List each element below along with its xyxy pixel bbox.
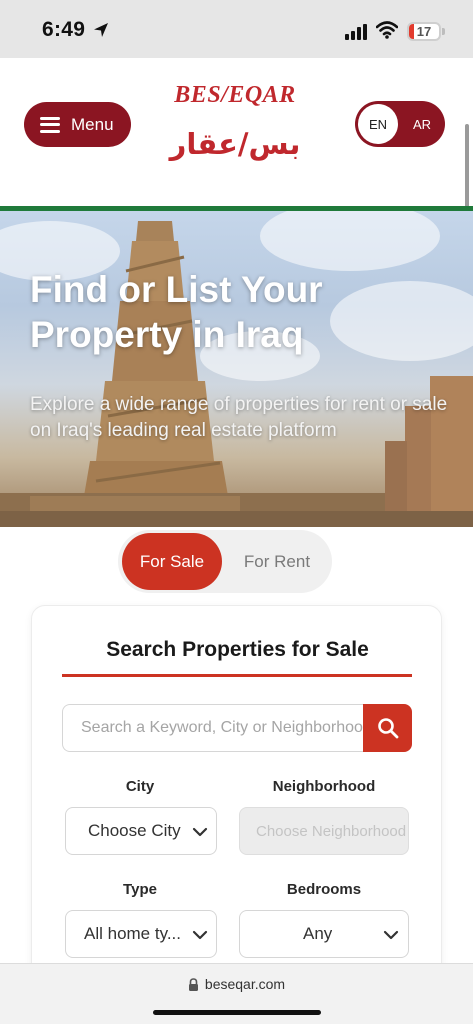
menu-button[interactable]: Menu bbox=[24, 102, 131, 147]
lock-icon bbox=[188, 977, 198, 991]
hero-title: Find or List Your Property in Iraq bbox=[30, 269, 323, 355]
search-card: Search Properties for Sale City Neighbor… bbox=[31, 605, 442, 985]
home-indicator bbox=[153, 1010, 321, 1015]
wifi-icon bbox=[376, 21, 398, 39]
url-wrap: beseqar.com bbox=[0, 976, 473, 992]
search-heading: Search Properties for Sale bbox=[106, 638, 369, 661]
heading-underline bbox=[62, 674, 412, 677]
bedrooms-select-value: Any bbox=[303, 924, 333, 943]
site-header: Menu BES/EQAR بس/عقار EN AR bbox=[0, 58, 473, 228]
chevron-down-icon bbox=[383, 930, 399, 940]
for-rent-tab[interactable]: For Rent bbox=[226, 533, 328, 590]
listing-mode-toggle: For Sale For Rent bbox=[118, 530, 332, 593]
type-select-value: All home ty... bbox=[84, 924, 181, 943]
language-ar-button[interactable]: AR bbox=[402, 104, 442, 144]
status-bar: 6:49 17 bbox=[0, 0, 473, 58]
status-time: 6:49 bbox=[42, 18, 86, 41]
search-input[interactable] bbox=[62, 704, 364, 752]
chevron-down-icon bbox=[192, 827, 208, 837]
browser-address-bar[interactable]: beseqar.com bbox=[0, 963, 473, 1024]
search-button[interactable] bbox=[363, 704, 412, 752]
for-sale-tab[interactable]: For Sale bbox=[122, 533, 222, 590]
location-arrow-icon bbox=[94, 23, 108, 37]
type-label: Type bbox=[123, 881, 157, 898]
neighborhood-label: Neighborhood bbox=[272, 778, 376, 795]
logo-arabic: بس/عقار bbox=[169, 127, 301, 161]
type-select[interactable]: All home ty... bbox=[65, 910, 217, 958]
minaret-image bbox=[0, 221, 473, 527]
neighborhood-select-value: Choose Neighborhood bbox=[256, 822, 406, 840]
bedrooms-label: Bedrooms bbox=[286, 881, 362, 898]
city-select-value: Choose City bbox=[88, 821, 181, 840]
logo-english: BES/EQAR bbox=[174, 82, 296, 108]
hero-banner: Find or List Your Property in Iraq Explo… bbox=[0, 211, 473, 527]
language-en-button[interactable]: EN bbox=[358, 104, 398, 144]
neighborhood-select: Choose Neighborhood bbox=[239, 807, 409, 855]
city-select[interactable]: Choose City bbox=[65, 807, 217, 855]
hamburger-icon bbox=[40, 116, 60, 133]
battery-icon: 17 bbox=[407, 22, 441, 41]
site-logo[interactable]: BES/EQAR بس/عقار bbox=[165, 82, 305, 174]
url-text: beseqar.com bbox=[204, 976, 286, 992]
bedrooms-select[interactable]: Any bbox=[239, 910, 409, 958]
hero-subtitle: Explore a wide range of properties for r… bbox=[30, 394, 448, 441]
menu-label: Menu bbox=[71, 114, 114, 134]
cellular-signal-icon bbox=[345, 24, 367, 40]
search-icon bbox=[377, 718, 398, 739]
battery-tip bbox=[442, 28, 445, 35]
battery-level: 17 bbox=[416, 24, 432, 39]
chevron-down-icon bbox=[192, 930, 208, 940]
city-label: City bbox=[125, 778, 155, 795]
language-toggle: EN AR bbox=[355, 101, 445, 147]
